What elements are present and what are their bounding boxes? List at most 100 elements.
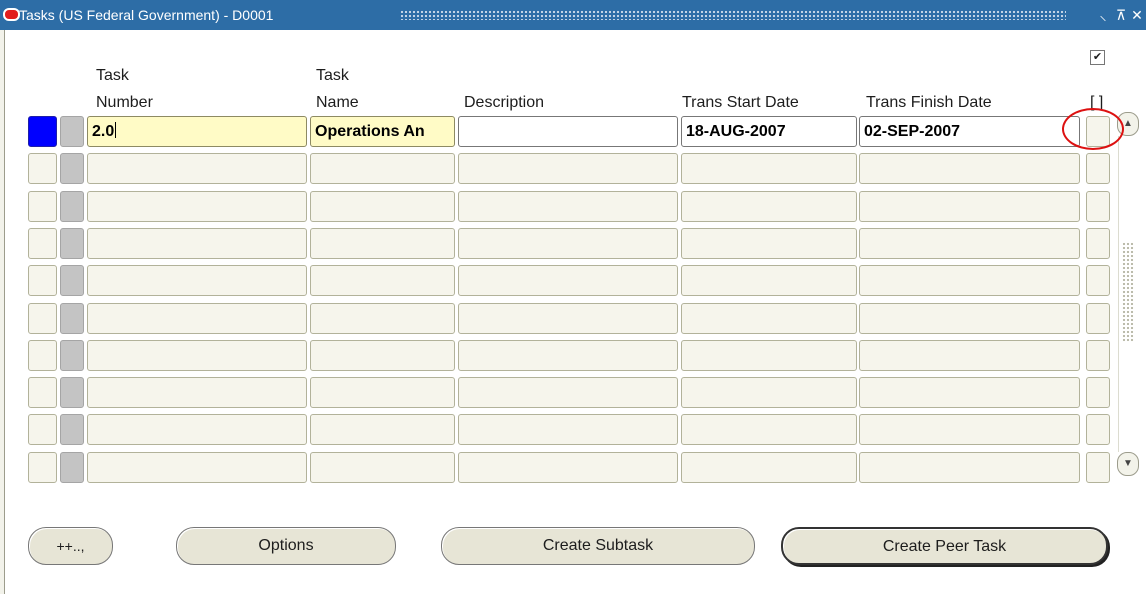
trans-finish-date-field[interactable] [859, 228, 1080, 259]
description-field[interactable] [458, 265, 678, 296]
flex-field[interactable] [1086, 228, 1110, 259]
column-header-task-number-line1: Task [96, 67, 129, 84]
record-indicator[interactable] [28, 153, 57, 184]
task-number-field[interactable] [87, 452, 307, 483]
task-number-field[interactable] [87, 340, 307, 371]
task-number-field[interactable]: 2.0 [87, 116, 307, 147]
task-number-field[interactable] [87, 265, 307, 296]
task-name-field[interactable] [310, 191, 455, 222]
options-button[interactable]: Options [176, 527, 396, 565]
task-name-field[interactable]: Operations An [310, 116, 455, 147]
flex-field[interactable] [1086, 153, 1110, 184]
trans-finish-date-field[interactable] [859, 303, 1080, 334]
title-bar[interactable]: Tasks (US Federal Government) - D0001 ⸜ … [0, 0, 1146, 30]
row-selector[interactable] [60, 377, 84, 408]
create-subtask-button[interactable]: Create Subtask [441, 527, 755, 565]
close-icon[interactable]: ✕ [1130, 5, 1144, 25]
oracle-logo-icon [3, 8, 20, 21]
row-selector[interactable] [60, 452, 84, 483]
record-indicator[interactable] [28, 340, 57, 371]
scrollbar-thumb[interactable] [1122, 242, 1134, 342]
column-header-trans-start-date: Trans Start Date [682, 94, 799, 111]
task-name-field[interactable] [310, 377, 455, 408]
trans-start-date-field[interactable]: 18-AUG-2007 [681, 116, 857, 147]
column-header-task-name-line2: Name [316, 94, 359, 111]
description-field[interactable] [458, 153, 678, 184]
column-header-trans-finish-date: Trans Finish Date [866, 94, 992, 111]
trans-finish-date-field[interactable]: 02-SEP-2007 [859, 116, 1080, 147]
task-name-field[interactable] [310, 340, 455, 371]
task-number-field[interactable] [87, 153, 307, 184]
trans-start-date-field[interactable] [681, 153, 857, 184]
task-name-field[interactable] [310, 153, 455, 184]
task-name-field[interactable] [310, 414, 455, 445]
record-indicator[interactable] [28, 191, 57, 222]
trans-start-date-field[interactable] [681, 452, 857, 483]
description-field[interactable] [458, 116, 678, 147]
trans-start-date-field[interactable] [681, 265, 857, 296]
flex-field[interactable] [1086, 191, 1110, 222]
row-selector[interactable] [60, 303, 84, 334]
task-name-field[interactable] [310, 303, 455, 334]
trans-finish-date-field[interactable] [859, 414, 1080, 445]
task-number-field[interactable] [87, 191, 307, 222]
row-selector[interactable] [60, 116, 84, 147]
create-peer-task-button[interactable]: Create Peer Task [781, 527, 1108, 565]
trans-start-date-field[interactable] [681, 228, 857, 259]
record-indicator[interactable] [28, 116, 57, 147]
task-number-field[interactable] [87, 228, 307, 259]
title-bar-grip[interactable] [400, 10, 1066, 20]
record-indicator[interactable] [28, 228, 57, 259]
description-field[interactable] [458, 377, 678, 408]
flex-field[interactable] [1086, 340, 1110, 371]
flex-field[interactable] [1086, 303, 1110, 334]
task-name-field[interactable] [310, 228, 455, 259]
flex-field[interactable] [1086, 414, 1110, 445]
minimize-icon[interactable]: ⸜ [1094, 5, 1112, 25]
row-selector[interactable] [60, 340, 84, 371]
record-indicator[interactable] [28, 414, 57, 445]
column-header-description: Description [464, 94, 545, 111]
trans-finish-date-field[interactable] [859, 191, 1080, 222]
trans-finish-date-field[interactable] [859, 340, 1080, 371]
row-selector[interactable] [60, 414, 84, 445]
description-field[interactable] [458, 340, 678, 371]
trans-finish-date-field[interactable] [859, 153, 1080, 184]
row-selector[interactable] [60, 153, 84, 184]
task-name-field[interactable] [310, 265, 455, 296]
trans-finish-date-field[interactable] [859, 452, 1080, 483]
text-cursor [115, 122, 117, 138]
trans-start-date-field[interactable] [681, 377, 857, 408]
trans-start-date-field[interactable] [681, 340, 857, 371]
column-header-task-number-line2: Number [96, 94, 153, 111]
record-indicator[interactable] [28, 265, 57, 296]
task-number-field[interactable] [87, 377, 307, 408]
task-number-field[interactable] [87, 414, 307, 445]
flex-field[interactable] [1086, 452, 1110, 483]
trans-start-date-field[interactable] [681, 191, 857, 222]
header-checkbox[interactable]: ✔ [1090, 50, 1105, 65]
task-name-field[interactable] [310, 452, 455, 483]
record-indicator[interactable] [28, 452, 57, 483]
description-field[interactable] [458, 191, 678, 222]
more-button[interactable]: ++.., [28, 527, 113, 565]
trans-finish-date-field[interactable] [859, 377, 1080, 408]
row-selector[interactable] [60, 265, 84, 296]
description-field[interactable] [458, 414, 678, 445]
flex-field[interactable] [1086, 377, 1110, 408]
scroll-down-icon[interactable]: ▼ [1117, 452, 1139, 476]
highlight-annotation-circle [1062, 108, 1124, 150]
task-number-field[interactable] [87, 303, 307, 334]
trans-finish-date-field[interactable] [859, 265, 1080, 296]
description-field[interactable] [458, 228, 678, 259]
description-field[interactable] [458, 452, 678, 483]
trans-start-date-field[interactable] [681, 414, 857, 445]
description-field[interactable] [458, 303, 678, 334]
trans-start-date-field[interactable] [681, 303, 857, 334]
maximize-icon[interactable]: ⊼ [1112, 5, 1130, 25]
flex-field[interactable] [1086, 265, 1110, 296]
record-indicator[interactable] [28, 303, 57, 334]
record-indicator[interactable] [28, 377, 57, 408]
row-selector[interactable] [60, 191, 84, 222]
row-selector[interactable] [60, 228, 84, 259]
